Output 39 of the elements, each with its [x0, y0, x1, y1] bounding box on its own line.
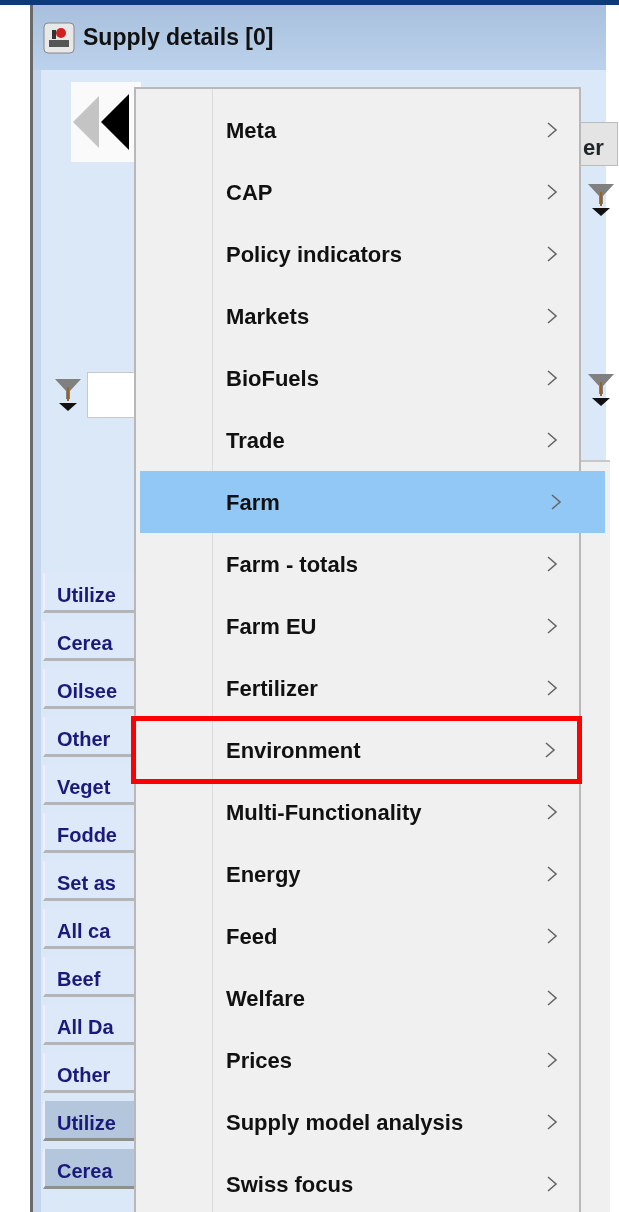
- chevron-icon: [546, 679, 558, 697]
- menu-item[interactable]: Markets: [136, 285, 579, 347]
- chevron-icon: [546, 121, 558, 139]
- app-icon: [43, 21, 75, 54]
- chevron-icon: [546, 369, 558, 387]
- chevron-icon: [546, 1175, 558, 1193]
- menu-item[interactable]: Farm - totals: [136, 533, 579, 595]
- chevron-icon: [546, 1113, 558, 1131]
- menu-item[interactable]: CAP: [136, 161, 579, 223]
- menu-item[interactable]: Trade: [136, 409, 579, 471]
- menu-item[interactable]: Farm EU: [136, 595, 579, 657]
- chevron-icon: [550, 493, 562, 511]
- chevron-icon: [546, 617, 558, 635]
- menu-item[interactable]: Supply model analysis: [136, 1091, 579, 1153]
- chevron-icon: [546, 245, 558, 263]
- chevron-icon: [546, 307, 558, 325]
- menu-item[interactable]: Energy: [136, 843, 579, 905]
- menu-item[interactable]: BioFuels: [136, 347, 579, 409]
- menu-item[interactable]: Fertilizer: [136, 657, 579, 719]
- chevron-icon: [546, 1051, 558, 1069]
- chevron-icon: [546, 183, 558, 201]
- menu-item[interactable]: Farm: [140, 471, 605, 533]
- menu-item[interactable]: Multi-Functionality: [136, 781, 579, 843]
- chevron-icon: [546, 865, 558, 883]
- window-title: Supply details [0]: [83, 23, 274, 53]
- menu-item[interactable]: Feed: [136, 905, 579, 967]
- menu-item[interactable]: Prices: [136, 1029, 579, 1091]
- chevron-icon: [544, 741, 556, 759]
- menu-item[interactable]: Welfare: [136, 967, 579, 1029]
- menu-item[interactable]: Policy indicators: [136, 223, 579, 285]
- menu-item[interactable]: Swiss focus: [136, 1153, 579, 1212]
- chevron-icon: [546, 989, 558, 1007]
- chevron-icon: [546, 803, 558, 821]
- back-button[interactable]: [71, 82, 141, 162]
- chevron-icon: [546, 927, 558, 945]
- chevron-icon: [546, 431, 558, 449]
- chevron-icon: [546, 555, 558, 573]
- menu-item[interactable]: Meta: [136, 99, 579, 161]
- tab[interactable]: er: [578, 122, 618, 166]
